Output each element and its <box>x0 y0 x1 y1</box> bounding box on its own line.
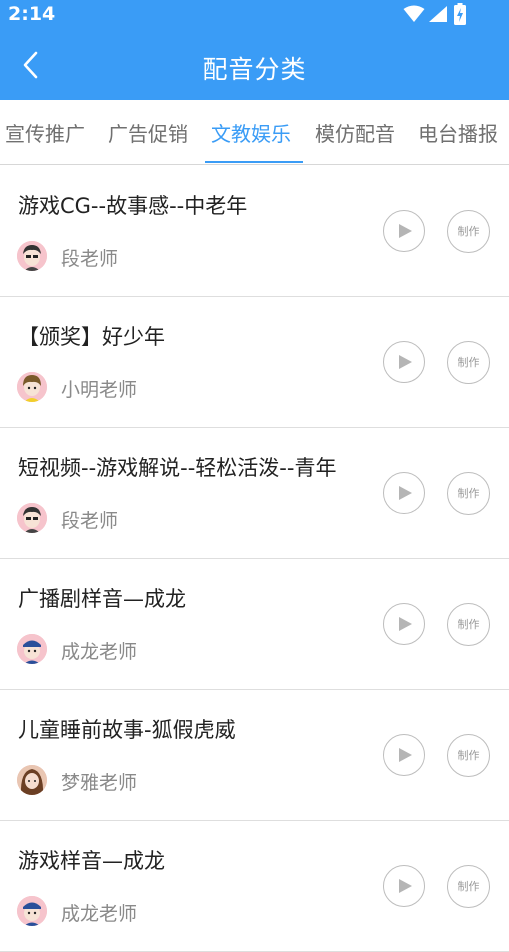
wifi-icon <box>403 5 425 22</box>
play-button[interactable] <box>383 341 425 383</box>
make-button[interactable]: 制作 <box>447 341 490 384</box>
list-item[interactable]: 广播剧样音—成龙 成龙老师 制作 <box>0 559 509 690</box>
teacher-name: 成龙老师 <box>61 903 138 925</box>
item-title: 游戏样音—成龙 <box>18 849 165 873</box>
play-icon <box>399 617 412 631</box>
make-button[interactable]: 制作 <box>447 734 490 777</box>
play-icon <box>399 224 412 238</box>
voice-sample-list: 游戏CG--故事感--中老年 段老师 制作 【颁奖】好少年 小明老师 制作 短视… <box>0 166 509 952</box>
play-button[interactable] <box>383 603 425 645</box>
boy-avatar-icon <box>17 372 47 402</box>
teacher-name: 成龙老师 <box>61 641 138 663</box>
item-title: 【颁奖】好少年 <box>18 325 165 349</box>
list-item[interactable]: 儿童睡前故事-狐假虎威 梦雅老师 制作 <box>0 690 509 821</box>
status-bar: 2:14 <box>0 0 509 30</box>
play-button[interactable] <box>383 865 425 907</box>
cartoon-avatar-icon <box>17 896 47 926</box>
battery-charging-icon <box>454 3 466 25</box>
app-header: 配音分类 <box>0 30 509 100</box>
list-item[interactable]: 游戏CG--故事感--中老年 段老师 制作 <box>0 166 509 297</box>
make-button[interactable]: 制作 <box>447 603 490 646</box>
teacher-name: 梦雅老师 <box>61 772 138 794</box>
male-avatar-icon <box>17 241 47 271</box>
tab-advertising[interactable]: 广告促销 <box>108 118 188 147</box>
play-icon <box>399 879 412 893</box>
make-button[interactable]: 制作 <box>447 210 490 253</box>
status-icons <box>403 3 483 25</box>
tab-education-entertainment[interactable]: 文教娱乐 <box>211 118 291 147</box>
teacher-name: 段老师 <box>61 248 119 270</box>
play-icon <box>399 748 412 762</box>
female-avatar-icon <box>17 765 47 795</box>
list-item[interactable]: 【颁奖】好少年 小明老师 制作 <box>0 297 509 428</box>
play-icon <box>399 486 412 500</box>
list-item[interactable]: 短视频--游戏解说--轻松活泼--青年 段老师 制作 <box>0 428 509 559</box>
cartoon-avatar-icon <box>17 634 47 664</box>
play-button[interactable] <box>383 210 425 252</box>
signal-icon <box>429 6 447 22</box>
item-title: 短视频--游戏解说--轻松活泼--青年 <box>18 456 337 480</box>
page-title: 配音分类 <box>202 55 307 84</box>
teacher-name: 段老师 <box>61 510 119 532</box>
tab-imitation-dubbing[interactable]: 模仿配音 <box>315 118 395 147</box>
make-button[interactable]: 制作 <box>447 472 490 515</box>
item-title: 游戏CG--故事感--中老年 <box>18 194 248 218</box>
active-tab-indicator <box>205 161 303 163</box>
category-tabs: 宣传推广 广告促销 文教娱乐 模仿配音 电台播报 <box>0 100 509 165</box>
male-avatar-icon <box>17 503 47 533</box>
status-time: 2:14 <box>8 3 56 25</box>
make-button[interactable]: 制作 <box>447 865 490 908</box>
list-item[interactable]: 游戏样音—成龙 成龙老师 制作 <box>0 821 509 952</box>
play-button[interactable] <box>383 472 425 514</box>
play-button[interactable] <box>383 734 425 776</box>
tab-promotion[interactable]: 宣传推广 <box>5 118 85 147</box>
item-title: 广播剧样音—成龙 <box>18 587 186 611</box>
teacher-name: 小明老师 <box>61 379 138 401</box>
play-icon <box>399 355 412 369</box>
item-title: 儿童睡前故事-狐假虎威 <box>18 718 236 742</box>
tab-radio-broadcast[interactable]: 电台播报 <box>418 118 498 147</box>
